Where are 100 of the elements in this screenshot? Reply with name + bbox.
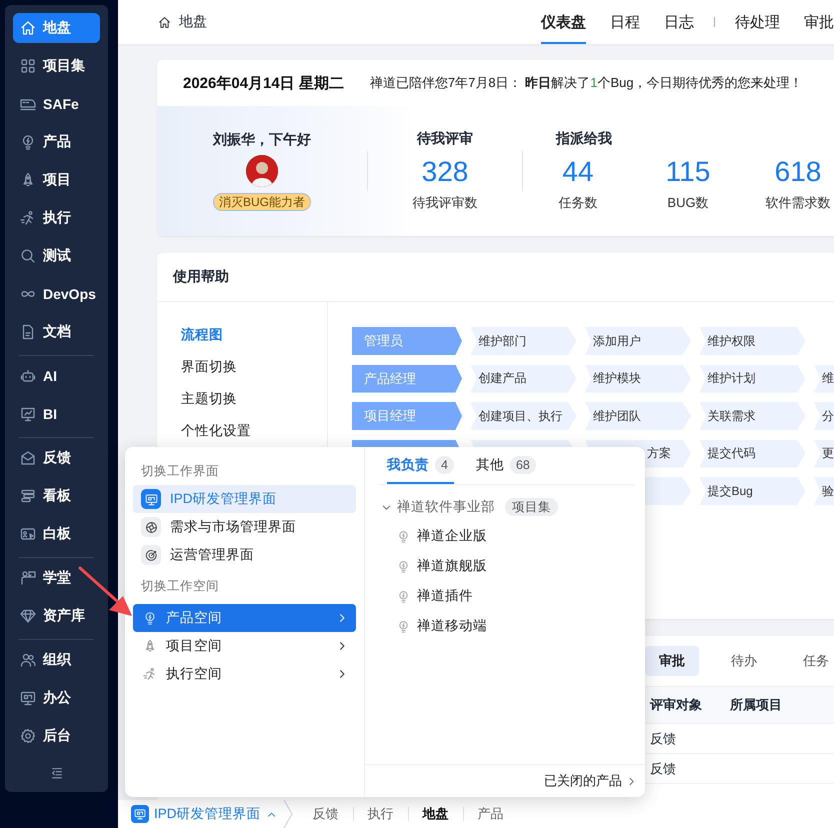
help-menu-item[interactable]: 主题切换 — [181, 383, 327, 415]
runner-icon — [143, 667, 157, 681]
rocket-icon — [143, 639, 157, 653]
sidebar-item[interactable]: 组织 — [13, 645, 100, 675]
breadcrumb-link[interactable]: 执行 — [352, 807, 408, 821]
card-tab[interactable]: 待办 — [717, 646, 771, 676]
lightbulb-icon — [397, 620, 410, 632]
nav-tab[interactable]: 仪表盘 — [541, 0, 586, 44]
product-item[interactable]: 禅道企业版 — [381, 521, 645, 551]
lightbulb-icon — [397, 560, 410, 572]
flow-step[interactable]: 创建项目、执行 — [470, 402, 576, 430]
interface-switcher[interactable]: IPD研发管理界面 — [125, 800, 283, 828]
robot-icon — [20, 368, 36, 384]
breadcrumb-link[interactable]: 地盘 — [408, 807, 463, 821]
whiteboard-icon — [20, 526, 36, 542]
stat-value[interactable]: 115 — [666, 156, 710, 188]
card-tab[interactable]: 审批 — [645, 646, 699, 676]
sidebar-item[interactable]: DevOps — [13, 279, 100, 309]
people-icon — [20, 652, 36, 668]
stat-group-title: 待我评审 — [417, 130, 473, 148]
space-option[interactable]: 产品空间 — [133, 604, 356, 632]
flow-step[interactable]: 提交代码 — [700, 440, 806, 468]
sidebar-item[interactable]: AI — [13, 361, 100, 391]
product-item[interactable]: 禅道插件 — [381, 581, 645, 611]
sidebar-item[interactable]: 地盘 — [13, 13, 100, 43]
card-tab[interactable]: 任务 — [789, 646, 834, 676]
interface-option[interactable]: 运营管理界面 — [133, 541, 356, 569]
sidebar-item[interactable]: 学堂 — [13, 563, 100, 593]
board-icon — [20, 488, 36, 504]
lightbulb-icon — [20, 134, 36, 150]
breadcrumb[interactable]: 地盘 — [179, 13, 207, 31]
flow-step[interactable]: 维护模块 — [585, 364, 691, 392]
popup-tab[interactable]: 其他 68 — [476, 447, 536, 484]
home-icon — [20, 20, 36, 36]
nav-tab[interactable]: 日程 — [610, 0, 640, 44]
sidebar-item[interactable]: 文档 — [13, 317, 100, 347]
lightbulb-icon — [397, 530, 410, 542]
achievement-badge: 消灭BUG能力者 — [212, 193, 311, 211]
stat-label: BUG数 — [667, 194, 709, 212]
stat-value[interactable]: 44 — [562, 156, 594, 188]
monitor-icon — [134, 808, 146, 820]
target-icon — [144, 548, 158, 562]
tree-group[interactable]: 禅道软件事业部 — [397, 498, 495, 516]
sidebar-item[interactable]: 测试 — [13, 241, 100, 271]
nav-tab[interactable]: 日志 — [664, 0, 694, 44]
nav-tab[interactable]: 待处理 — [735, 0, 780, 44]
table-cell-text: 反馈 — [650, 760, 677, 778]
help-menu-item[interactable]: 界面切换 — [181, 351, 327, 383]
flow-step[interactable]: 创建产品 — [470, 364, 576, 392]
flow-step[interactable]: 添加用户 — [585, 327, 691, 355]
flow-step[interactable]: 更 — [814, 440, 834, 468]
flow-step[interactable]: 维护团队 — [585, 402, 691, 430]
sidebar-item[interactable]: 看板 — [13, 481, 100, 511]
sidebar-item[interactable]: BI — [13, 399, 100, 429]
summary-text: 禅道已陪伴您7年7月8日： 昨日解决了 1个Bug，今日期待优秀的您来处理！ — [370, 74, 803, 92]
chart-icon — [20, 406, 36, 422]
space-option[interactable]: 执行空间 — [133, 660, 356, 688]
sidebar-item[interactable]: 后台 — [13, 721, 100, 751]
stat-value[interactable]: 618 — [774, 156, 822, 188]
section-heading: 切换工作界面 — [140, 462, 220, 480]
settings-icon — [20, 728, 36, 744]
nav-tab[interactable]: 审批 — [804, 0, 834, 44]
product-item[interactable]: 禅道旗舰版 — [381, 551, 645, 581]
sidebar-item[interactable]: SAFe — [13, 89, 100, 119]
flow-step[interactable]: 验 — [814, 477, 834, 505]
closed-products-link[interactable]: 已关闭的产品 — [544, 772, 637, 790]
column-header: 评审对象 — [650, 696, 703, 714]
flow-step[interactable]: 提交Bug — [700, 477, 806, 505]
interface-option[interactable]: 需求与市场管理界面 — [133, 513, 356, 541]
greeting-text: 刘振华，下午好 — [213, 131, 311, 149]
sidebar-item[interactable]: 白板 — [13, 519, 100, 549]
flow-step[interactable]: 分 — [814, 402, 834, 430]
stat-label: 任务数 — [558, 194, 598, 212]
breadcrumb-link[interactable]: 产品 — [462, 807, 518, 821]
sidebar-item[interactable]: 产品 — [13, 127, 100, 157]
sidebar-item[interactable]: 办公 — [13, 683, 100, 713]
stat-value[interactable]: 328 — [422, 156, 468, 188]
flow-step[interactable]: 维护权限 — [700, 327, 806, 355]
home-icon — [158, 16, 171, 28]
sidebar-item[interactable]: 反馈 — [13, 443, 100, 473]
help-menu-item[interactable]: 流程图 — [181, 319, 327, 351]
flow-step[interactable]: 维护计划 — [700, 364, 806, 392]
monitor-icon — [144, 492, 158, 506]
date-text: 2026年04月14日 星期二 — [183, 74, 344, 92]
help-menu-item[interactable]: 个性化设置 — [181, 415, 327, 447]
aperture-icon — [144, 520, 158, 534]
breadcrumb-link[interactable]: 反馈 — [298, 807, 353, 821]
sidebar-item[interactable]: 项目 — [13, 165, 100, 195]
monitor-icon — [20, 690, 36, 706]
flow-step[interactable]: 维 — [814, 364, 834, 392]
sidebar-item[interactable]: 项目集 — [13, 51, 100, 81]
popup-tab[interactable]: 我负责 4 — [387, 447, 454, 484]
product-item[interactable]: 禅道移动端 — [381, 611, 645, 641]
sidebar-item[interactable]: 执行 — [13, 203, 100, 233]
sidebar-item[interactable]: 资产库 — [13, 601, 100, 631]
flow-step[interactable]: 关联需求 — [700, 402, 806, 430]
type-tag: 项目集 — [505, 498, 558, 516]
flow-step[interactable]: 维护部门 — [470, 327, 576, 355]
stat-label: 软件需求数 — [766, 194, 830, 212]
space-option[interactable]: 项目空间 — [133, 632, 356, 660]
